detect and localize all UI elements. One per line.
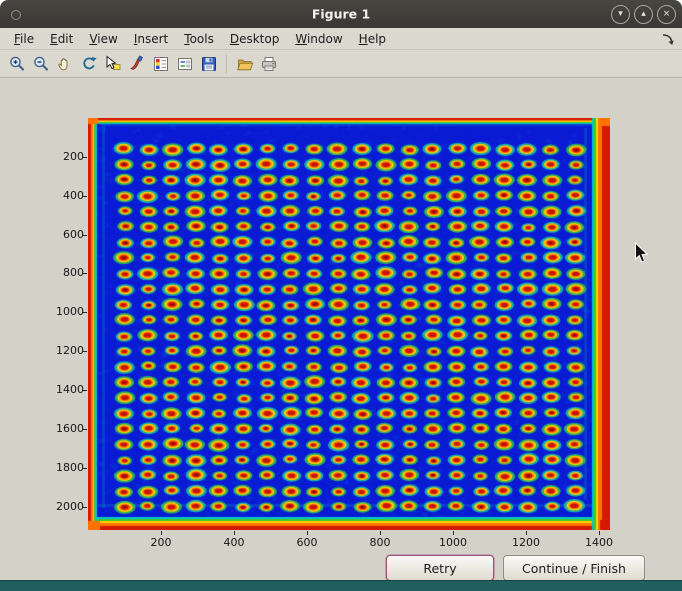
rotate-3d-tool[interactable] xyxy=(78,53,100,75)
zoom-out-icon xyxy=(32,55,50,73)
window-title: Figure 1 xyxy=(312,7,370,22)
close-button[interactable]: × xyxy=(657,5,676,24)
menu-help[interactable]: Help xyxy=(351,30,394,48)
insert-legend-tool[interactable] xyxy=(174,53,196,75)
zoom-in-icon xyxy=(8,55,26,73)
colorbar-icon xyxy=(152,55,170,73)
menu-tools[interactable]: Tools xyxy=(176,30,222,48)
figure-toolbar xyxy=(0,50,682,78)
data-cursor-tool[interactable] xyxy=(102,53,124,75)
titlebar[interactable]: Figure 1 ▾ ▴ × xyxy=(0,0,682,28)
menu-file[interactable]: File xyxy=(6,30,42,48)
titlebar-buttons: ▾ ▴ × xyxy=(611,5,676,24)
hand-icon xyxy=(56,55,74,73)
menu-view[interactable]: View xyxy=(81,30,125,48)
maximize-button[interactable]: ▴ xyxy=(634,5,653,24)
menu-window[interactable]: Window xyxy=(287,30,350,48)
dock-figure-button[interactable] xyxy=(661,32,675,46)
menu-bar: File Edit View Insert Tools Desktop Wind… xyxy=(0,28,682,50)
dock-arrow-icon xyxy=(661,33,675,47)
insert-colorbar-tool[interactable] xyxy=(150,53,172,75)
save-figure-tool[interactable] xyxy=(198,53,220,75)
plot-area xyxy=(88,118,610,530)
menu-edit[interactable]: Edit xyxy=(42,30,81,48)
figure-window: Figure 1 ▾ ▴ × File Edit View Insert Too… xyxy=(0,0,682,591)
retry-button[interactable]: Retry xyxy=(386,555,494,581)
open-file-tool[interactable] xyxy=(234,53,256,75)
toolbar-separator xyxy=(226,55,228,73)
brush-icon xyxy=(128,55,146,73)
menu-desktop[interactable]: Desktop xyxy=(222,30,288,48)
rotate-icon xyxy=(80,55,98,73)
continue-finish-button[interactable]: Continue / Finish xyxy=(503,555,645,581)
data-cursor-icon xyxy=(104,55,122,73)
bottom-edge xyxy=(0,580,682,591)
heatmap-image[interactable] xyxy=(88,118,610,530)
open-folder-icon xyxy=(236,55,254,73)
printer-icon xyxy=(260,55,278,73)
menu-insert[interactable]: Insert xyxy=(126,30,176,48)
pan-tool[interactable] xyxy=(54,53,76,75)
zoom-in-tool[interactable] xyxy=(6,53,28,75)
print-figure-tool[interactable] xyxy=(258,53,280,75)
legend-icon xyxy=(176,55,194,73)
zoom-out-tool[interactable] xyxy=(30,53,52,75)
minimize-button[interactable]: ▾ xyxy=(611,5,630,24)
brush-tool[interactable] xyxy=(126,53,148,75)
floppy-save-icon xyxy=(200,55,218,73)
window-menu-icon[interactable] xyxy=(11,10,21,20)
